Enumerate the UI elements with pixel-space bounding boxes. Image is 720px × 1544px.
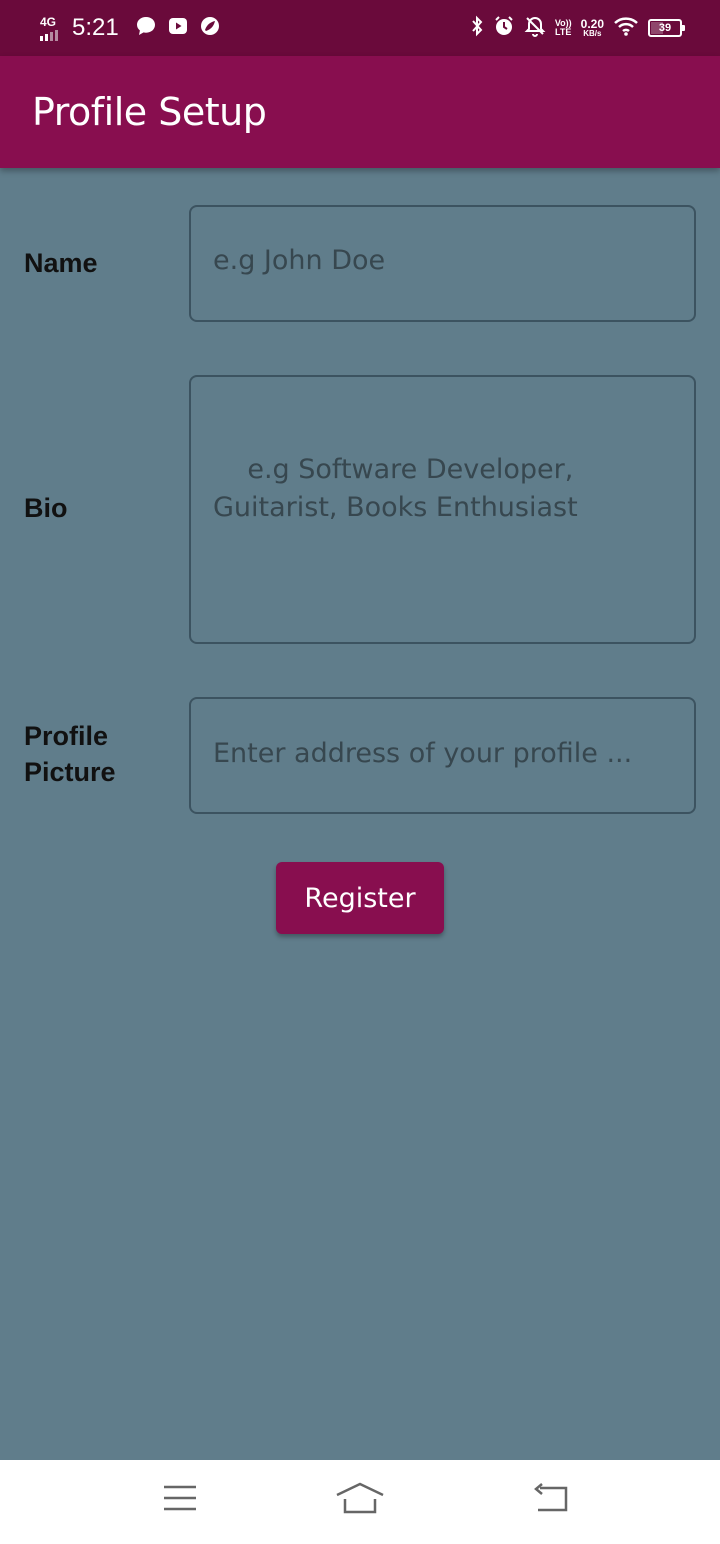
home-icon[interactable] [335, 1478, 385, 1518]
volte-bottom: LTE [555, 27, 572, 37]
register-button[interactable]: Register [276, 862, 444, 934]
wifi-icon [613, 15, 639, 42]
status-bar-right: Vo)) LTE 0.20 KB/s 39 [470, 15, 685, 42]
app-bar: Profile Setup [0, 56, 720, 168]
status-bar: 4G 5:21 Vo)) LTE 0.20 KB/s 39 [0, 0, 720, 56]
profile-picture-label: Profile Picture [24, 721, 116, 787]
notifications-off-icon [524, 15, 546, 42]
navigation-bar [0, 1460, 720, 1544]
status-bar-left: 4G 5:21 [40, 14, 221, 42]
bio-placeholder: e.g Software Developer, Guitarist, Books… [213, 454, 582, 523]
alarm-icon [493, 15, 515, 42]
speed-unit: KB/s [583, 29, 602, 38]
battery-level: 39 [658, 22, 672, 34]
page-title: Profile Setup [32, 90, 267, 134]
profile-picture-input[interactable]: Enter address of your profile ... [189, 697, 696, 814]
network-indicator: 4G [40, 16, 58, 41]
battery-icon: 39 [648, 19, 685, 37]
name-placeholder: e.g John Doe [213, 245, 386, 276]
name-label: Name [24, 248, 98, 278]
signal-icon [40, 29, 58, 41]
profile-picture-placeholder: Enter address of your profile ... [213, 738, 633, 769]
leaf-icon [199, 15, 221, 42]
network-type: 4G [40, 14, 57, 29]
back-icon[interactable] [525, 1478, 575, 1518]
youtube-icon [167, 15, 189, 42]
bio-label: Bio [24, 493, 68, 523]
message-icon [135, 15, 157, 42]
network-speed: 0.20 KB/s [581, 18, 604, 38]
clock: 5:21 [72, 14, 119, 41]
menu-icon[interactable] [155, 1478, 205, 1518]
name-input[interactable]: e.g John Doe [189, 205, 696, 322]
bluetooth-icon [470, 15, 484, 42]
bio-input[interactable]: e.g Software Developer, Guitarist, Books… [189, 375, 696, 644]
volte-icon: Vo)) LTE [555, 19, 572, 37]
